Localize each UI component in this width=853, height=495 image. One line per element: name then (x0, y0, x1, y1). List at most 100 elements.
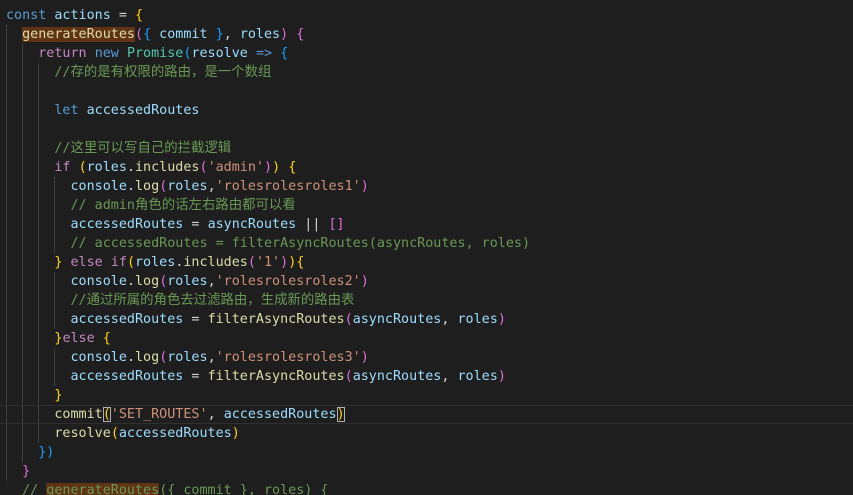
code-line[interactable]: }) (0, 443, 853, 462)
code-line[interactable]: //存的是有权限的路由，是一个数组 (0, 63, 853, 82)
code-token: { (102, 331, 111, 346)
code-token: . (126, 160, 135, 175)
code-token: , (223, 27, 240, 42)
code-line[interactable]: console.log(roles,'rolesrolesroles3') (0, 348, 853, 367)
code-token: roles (167, 350, 208, 365)
code-token: includes (183, 255, 248, 270)
code-line[interactable]: commit('SET_ROUTES', accessedRoutes) (0, 405, 853, 424)
code-token: = (183, 217, 208, 232)
code-line[interactable]: accessedRoutes = filterAsyncRoutes(async… (0, 367, 853, 386)
code-token: filterAsyncRoutes (207, 369, 345, 384)
code-token: { (135, 8, 144, 23)
code-line[interactable]: //这里可以写自己的拦截逻辑 (0, 139, 853, 158)
code-line[interactable]: //通过所属的角色去过滤路由，生成新的路由表 (0, 291, 853, 310)
code-token: ( (344, 369, 353, 384)
code-token: ( (110, 426, 119, 441)
code-token: generateRoutes (22, 27, 135, 42)
code-editor[interactable]: const actions = { generateRoutes({ commi… (0, 0, 853, 495)
code-token: 'admin' (207, 160, 264, 175)
code-token: { (143, 27, 152, 42)
code-token: ( (135, 27, 144, 42)
code-line[interactable]: // generateRoutes({ commit }, roles) { (0, 481, 853, 495)
code-line[interactable]: console.log(roles,'rolesrolesroles2') (0, 272, 853, 291)
code-token: includes (135, 160, 200, 175)
code-token: , (207, 179, 216, 194)
code-token: 'rolesrolesroles2' (215, 274, 361, 289)
code-line[interactable]: return new Promise(resolve => { (0, 44, 853, 63)
code-token: console (70, 179, 127, 194)
code-line[interactable] (0, 120, 853, 139)
code-token: { (280, 46, 289, 61)
code-token: ) (336, 407, 345, 422)
code-token: else (62, 255, 111, 270)
code-token: = (183, 369, 208, 384)
code-line[interactable]: } (0, 386, 853, 405)
code-token: accessedRoutes (118, 426, 232, 441)
code-line[interactable]: accessedRoutes = filterAsyncRoutes(async… (0, 310, 853, 329)
code-token: new (94, 46, 127, 61)
code-token: console (70, 274, 127, 289)
code-token: = (110, 8, 135, 23)
code-line[interactable] (0, 82, 853, 101)
code-token: ( (247, 255, 256, 270)
code-token: ( (102, 407, 111, 422)
code-token: , (207, 407, 224, 422)
code-token: ) (360, 179, 369, 194)
code-token: asyncRoutes (352, 312, 442, 327)
code-token: console (70, 350, 127, 365)
code-token: if (110, 255, 127, 270)
code-line[interactable]: // accessedRoutes = filterAsyncRoutes(as… (0, 234, 853, 253)
code-token: else (62, 331, 95, 346)
code-token: ( (344, 312, 353, 327)
code-line[interactable]: // admin角色的话左右路由都可以看 (0, 196, 853, 215)
code-line[interactable]: } (0, 462, 853, 481)
code-token: commit (151, 27, 216, 42)
code-line[interactable]: if (roles.includes('admin')) { (0, 158, 853, 177)
code-line[interactable]: accessedRoutes = asyncRoutes || [] (0, 215, 853, 234)
code-line[interactable]: }else { (0, 329, 853, 348)
code-token: , (207, 350, 216, 365)
code-token: log (135, 274, 160, 289)
code-line[interactable]: generateRoutes({ commit }, roles) { (0, 25, 853, 44)
code-token: roles (86, 160, 127, 175)
code-token: = (183, 312, 208, 327)
code-token: } (215, 27, 224, 42)
code-token: if (54, 160, 79, 175)
code-token: // (22, 483, 47, 495)
code-token: let (54, 103, 87, 118)
code-token: 'SET_ROUTES' (110, 407, 208, 422)
code-token: accessedRoutes (70, 217, 184, 232)
code-token: accessedRoutes (70, 312, 184, 327)
code-token: 'rolesrolesroles1' (215, 179, 361, 194)
code-line[interactable]: } else if(roles.includes('1')){ (0, 253, 853, 272)
code-token: Promise (126, 46, 184, 61)
code-token: resolve (191, 46, 248, 61)
code-token: accessedRoutes (223, 407, 337, 422)
code-token: ( (126, 255, 135, 270)
code-token: //通过所属的角色去过滤路由，生成新的路由表 (70, 293, 355, 308)
code-token: // accessedRoutes = filterAsyncRoutes(as… (70, 236, 531, 251)
code-line[interactable]: let accessedRoutes (0, 101, 853, 120)
code-token: ) (360, 350, 369, 365)
code-token: roles (167, 274, 208, 289)
code-token: roles (135, 255, 176, 270)
code-line[interactable]: const actions = { (0, 6, 853, 25)
code-line[interactable]: resolve(accessedRoutes) (0, 424, 853, 443)
code-token: ) (497, 312, 506, 327)
code-token: // admin角色的话左右路由都可以看 (70, 198, 296, 213)
code-line[interactable]: console.log(roles,'rolesrolesroles1') (0, 177, 853, 196)
code-token: }) (38, 445, 55, 460)
